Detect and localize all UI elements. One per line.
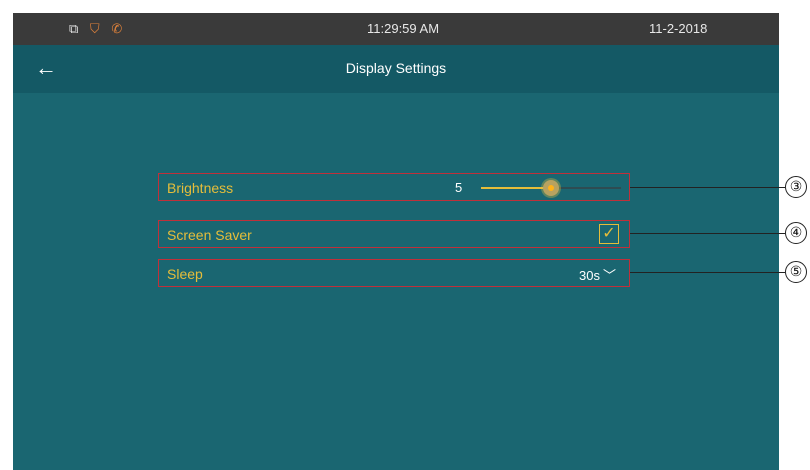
page-title: Display Settings (345, 60, 447, 76)
chevron-down-icon: ﹀ (602, 268, 616, 283)
callout-4: ④ (785, 222, 807, 244)
brightness-slider-fill (481, 187, 551, 189)
status-time: 11:29:59 AM (367, 21, 440, 36)
brightness-label: Brightness (167, 180, 234, 196)
screen-saver-row[interactable]: Screen Saver ✓ (158, 220, 630, 248)
header-bar: ← Display Settings (13, 45, 779, 93)
status-bar: ⧉ ⛉ ✆ 11:29:59 AM 11-2-2018 (13, 13, 779, 45)
brightness-value: 5 (455, 180, 463, 195)
callout-5: ⑤ (785, 261, 807, 283)
brightness-row: Brightness 5 (158, 173, 630, 201)
sleep-row[interactable]: Sleep 30s ﹀ (158, 259, 630, 287)
callout-3: ③ (785, 176, 807, 198)
callout-line-5 (630, 272, 785, 273)
status-icons: ⧉ ⛉ ✆ (69, 21, 130, 37)
brightness-slider[interactable] (481, 180, 621, 196)
screen-saver-label: Screen Saver (167, 227, 252, 243)
sleep-dropdown[interactable]: 30s ﹀ (579, 265, 616, 284)
brightness-slider-handle[interactable] (543, 180, 559, 196)
checkmark-icon: ✓ (602, 225, 616, 242)
sleep-label: Sleep (167, 266, 203, 282)
shield-icon: ⛉ (89, 21, 100, 36)
sleep-value: 30s (579, 268, 600, 283)
callout-line-4 (630, 233, 785, 234)
window-icon: ⧉ (69, 21, 79, 36)
phone-icon: ✆ (111, 21, 123, 36)
status-date: 11-2-2018 (649, 21, 708, 36)
screen-saver-checkbox[interactable]: ✓ (599, 224, 619, 244)
callout-line-3 (630, 187, 785, 188)
device-screen: ⧉ ⛉ ✆ 11:29:59 AM 11-2-2018 ← Display Se… (13, 13, 779, 470)
